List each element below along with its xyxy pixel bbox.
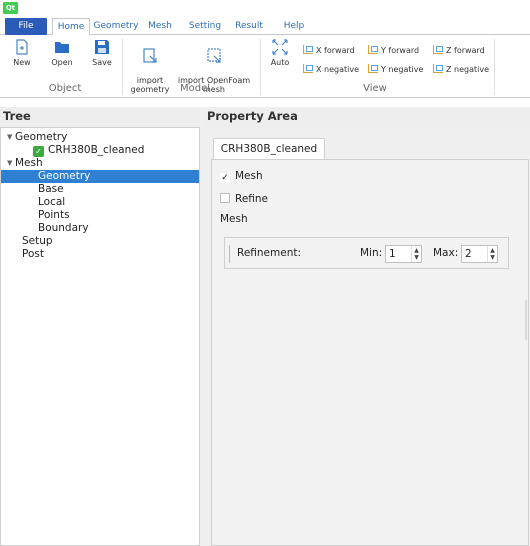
refinement-label: Refinement: (237, 247, 302, 259)
title-bar: Qt (0, 0, 530, 16)
tab-help[interactable]: Help (282, 18, 306, 35)
object-group-label: Object (48, 83, 82, 94)
property-panel: CRH380B_cleaned ✓ Mesh Refine Mesh Refine… (204, 127, 530, 546)
fit-view-icon (272, 39, 288, 55)
open-button-label: Open (51, 58, 73, 67)
min-spinbox[interactable]: 1 ▲ ▼ (385, 245, 422, 263)
tree-panel-header: Tree (0, 107, 200, 127)
new-button[interactable]: New (8, 39, 36, 67)
y-negative-label: Y negative (381, 65, 424, 74)
checkbox-checked-icon[interactable]: ✓ (220, 173, 230, 183)
qt-logo-icon: Qt (3, 2, 18, 14)
checkbox-unchecked-icon[interactable] (220, 193, 230, 203)
max-spinbox[interactable]: 2 ▲ ▼ (461, 245, 498, 263)
axis-view-icon (303, 45, 313, 54)
tree-item-crh380b[interactable]: ✓ CRH380B_cleaned (1, 144, 199, 157)
import-geometry-icon (143, 48, 157, 63)
x-negative-button[interactable]: X negative (303, 64, 359, 76)
tree-item-label: Base (38, 183, 64, 195)
tree-item-mesh-geometry[interactable]: Geometry (1, 170, 199, 183)
mesh-section-label: Mesh (220, 213, 248, 225)
import-mesh-icon (207, 48, 221, 63)
property-body: ✓ Mesh Refine Mesh Refinement: Min: 1 ▲ ▼ … (211, 159, 529, 546)
expand-arrow-icon[interactable]: ▼ (7, 157, 12, 170)
ribbon-separator (122, 39, 123, 95)
max-label: Max: (433, 247, 459, 259)
refine-checkbox[interactable]: Refine (220, 192, 268, 206)
check-icon[interactable]: ✓ (33, 146, 44, 157)
save-icon (95, 40, 109, 54)
tab-file[interactable]: File (5, 18, 47, 35)
tree-item-label: Post (22, 248, 44, 260)
auto-view-button[interactable]: Auto (266, 39, 294, 67)
model-group-label: Model (179, 83, 211, 94)
x-negative-label: X negative (316, 65, 360, 74)
axis-view-icon (368, 64, 378, 73)
y-forward-button[interactable]: Y forward (368, 45, 419, 57)
tab-home[interactable]: Home (52, 18, 90, 36)
tree-item-label: Geometry (38, 170, 91, 182)
y-negative-button[interactable]: Y negative (368, 64, 423, 76)
new-file-icon (16, 39, 28, 55)
axis-view-icon (368, 45, 378, 54)
axis-view-icon (433, 45, 443, 54)
folder-open-icon (55, 42, 69, 53)
tree-item-geometry[interactable]: ▼ Geometry (1, 131, 199, 144)
refine-checkbox-label: Refine (235, 193, 269, 205)
tree-item-label: CRH380B_cleaned (48, 144, 145, 156)
ribbon: New Open Save Object import geometry imp… (0, 35, 530, 98)
z-negative-button[interactable]: Z negative (433, 64, 489, 76)
mesh-checkbox-label: Mesh (235, 170, 263, 182)
tree-item-label: Local (38, 196, 66, 208)
tab-geometry[interactable]: Geometry (93, 18, 139, 35)
tree-item-boundary[interactable]: Boundary (1, 222, 199, 235)
ribbon-separator (260, 39, 261, 95)
x-forward-button[interactable]: X forward (303, 45, 355, 57)
tree-panel: ▼ Geometry ✓ CRH380B_cleaned ▼ Mesh Geome… (0, 127, 200, 546)
view-group-label: View (363, 83, 387, 94)
mesh-checkbox[interactable]: ✓ Mesh (220, 169, 263, 183)
spin-arrows-icon[interactable]: ▲ ▼ (411, 246, 421, 262)
tree-item-post[interactable]: Post (1, 248, 199, 261)
min-label: Min: (360, 247, 383, 259)
ribbon-separator (494, 39, 495, 95)
max-value: 2 (465, 248, 472, 260)
axis-view-icon (433, 64, 443, 73)
tree-item-label: Geometry (15, 131, 68, 143)
group-divider (229, 245, 230, 263)
auto-view-label: Auto (270, 58, 290, 67)
tree-item-base[interactable]: Base (1, 183, 199, 196)
tab-mesh[interactable]: Mesh (144, 18, 176, 35)
tab-result[interactable]: Result (231, 18, 267, 35)
save-button[interactable]: Save (88, 39, 116, 67)
new-button-label: New (13, 58, 31, 67)
right-splitter-handle[interactable] (525, 300, 527, 340)
x-forward-label: X forward (316, 46, 355, 55)
z-forward-label: Z forward (446, 46, 485, 55)
tree-item-setup[interactable]: Setup (1, 235, 199, 248)
refinement-group: Refinement: Min: 1 ▲ ▼ Max: 2 ▲ ▼ (224, 237, 509, 269)
ribbon-tab-bar: File Home Geometry Mesh Setting Result H… (0, 18, 530, 36)
tree-item-label: Setup (22, 235, 53, 247)
open-button[interactable]: Open (48, 39, 76, 67)
tree-item-mesh[interactable]: ▼ Mesh (1, 157, 199, 170)
save-button-label: Save (92, 58, 112, 67)
y-forward-label: Y forward (381, 46, 420, 55)
axis-view-icon (303, 64, 313, 73)
tree-item-points[interactable]: Points (1, 209, 199, 222)
min-value: 1 (389, 248, 396, 260)
tab-crh380b-cleaned[interactable]: CRH380B_cleaned (213, 138, 325, 160)
property-panel-header: Property Area (204, 107, 530, 127)
tab-setting[interactable]: Setting (186, 18, 224, 35)
z-forward-button[interactable]: Z forward (433, 45, 485, 57)
tree-item-label: Points (38, 209, 70, 221)
tree-item-label: Boundary (38, 222, 89, 234)
spin-arrows-icon[interactable]: ▲ ▼ (487, 246, 497, 262)
tree-item-label: Mesh (15, 157, 43, 169)
tree-item-local[interactable]: Local (1, 196, 199, 209)
expand-arrow-icon[interactable]: ▼ (7, 131, 12, 144)
z-negative-label: Z negative (446, 65, 490, 74)
